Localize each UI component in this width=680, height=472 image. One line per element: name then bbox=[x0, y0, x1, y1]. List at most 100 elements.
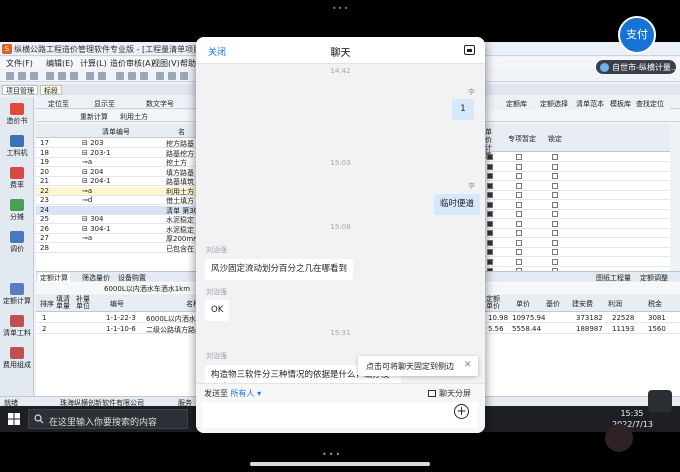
menu-view[interactable]: 视图(V) bbox=[152, 58, 180, 69]
mic-icon[interactable] bbox=[605, 424, 633, 452]
pin-chat-tooltip[interactable]: 点击可将聊天固定到侧边 ✕ bbox=[358, 356, 478, 376]
tab-quota-adjust[interactable]: 定额调整 bbox=[640, 273, 668, 283]
remote-user-chip[interactable]: 自世市-纵横计量... bbox=[596, 60, 679, 74]
checkbox[interactable] bbox=[516, 258, 522, 265]
menu-edit[interactable]: 编辑(E) bbox=[46, 58, 73, 69]
menu-calc[interactable]: 计算(L) bbox=[80, 58, 107, 69]
tab-quota-calc[interactable]: 定额计算 bbox=[38, 273, 70, 283]
font-size[interactable]: 数文字号 bbox=[146, 99, 174, 109]
checkbox[interactable] bbox=[487, 239, 493, 246]
tab-filter-price[interactable]: 筛选量价 bbox=[82, 273, 110, 283]
sidebar-item-quota-calc[interactable]: 定额计算 bbox=[2, 283, 32, 306]
toolbar-btn-icon[interactable] bbox=[70, 72, 78, 80]
sidebar-item-adjust[interactable]: 调价 bbox=[2, 231, 32, 254]
checkbox[interactable] bbox=[487, 192, 493, 198]
checkbox[interactable] bbox=[552, 192, 558, 198]
checkbox[interactable] bbox=[516, 201, 522, 208]
chat-split-button[interactable]: 聊天分屏 bbox=[428, 388, 471, 399]
checkbox[interactable] bbox=[552, 163, 558, 170]
pen-float-icon[interactable] bbox=[648, 390, 672, 412]
message-bubble-self[interactable]: 1 bbox=[452, 99, 474, 120]
table-row[interactable]: 17 ⊟ 203 挖方路基 bbox=[36, 139, 196, 148]
table-row[interactable]: 24 清单 第300 bbox=[36, 205, 203, 215]
checkbox[interactable] bbox=[487, 249, 493, 255]
toolbar-btn-icon[interactable] bbox=[6, 72, 14, 80]
sidebar-item-cost-composition[interactable]: 费用组成 bbox=[2, 347, 32, 370]
table-row[interactable]: 22 ⊸a 利用土方 bbox=[36, 186, 196, 196]
tab-equipment[interactable]: 设备购置 bbox=[118, 273, 146, 283]
table-row[interactable]: 25 ⊟ 304 水泥稳定 bbox=[36, 215, 196, 224]
taskbar-search[interactable]: 在这里输入你要搜索的内容 bbox=[28, 409, 188, 429]
sidebar-item-cost-book[interactable]: 造价书 bbox=[2, 103, 32, 126]
checkbox[interactable] bbox=[552, 220, 558, 227]
toolbar-btn-icon[interactable] bbox=[128, 72, 136, 80]
checkbox[interactable] bbox=[487, 163, 493, 170]
menu-file[interactable]: 文件(F) bbox=[6, 58, 33, 69]
quota-lib-button[interactable]: 定额库 bbox=[506, 99, 527, 109]
checkbox[interactable] bbox=[516, 239, 522, 246]
toolbar-btn-icon[interactable] bbox=[140, 72, 148, 80]
tab-project-management[interactable]: 项目管理 bbox=[2, 85, 38, 95]
table-row[interactable]: 20 ⊟ 204 填方路基 bbox=[36, 168, 196, 177]
toolbar-btn-icon[interactable] bbox=[58, 72, 66, 80]
checkbox[interactable] bbox=[516, 182, 522, 189]
checkbox[interactable] bbox=[516, 211, 522, 217]
quota-formula-text[interactable]: 6000L以内洒水车洒水1km bbox=[104, 284, 190, 294]
checkbox[interactable] bbox=[487, 201, 493, 208]
checkbox[interactable] bbox=[487, 211, 493, 217]
display-to[interactable]: 显示至 bbox=[94, 99, 115, 109]
checkbox[interactable] bbox=[552, 201, 558, 208]
list-template-button[interactable]: 清单范本 bbox=[576, 99, 604, 109]
checkbox[interactable] bbox=[552, 154, 558, 160]
toolbar-btn-icon[interactable] bbox=[30, 72, 38, 80]
checkbox[interactable] bbox=[516, 220, 522, 227]
calendar-icon[interactable] bbox=[464, 45, 475, 55]
checkbox[interactable] bbox=[552, 258, 558, 265]
toolbar-btn-icon[interactable] bbox=[18, 72, 26, 80]
toolbar-btn-icon[interactable] bbox=[98, 72, 106, 80]
toolbar-btn-icon[interactable] bbox=[168, 72, 176, 80]
toolbar-btn-icon[interactable] bbox=[86, 72, 94, 80]
recalculate-button[interactable]: 重新计算 bbox=[80, 112, 108, 122]
message-bubble-self[interactable]: 临时便道 bbox=[434, 194, 481, 215]
toolbar-btn-icon[interactable] bbox=[46, 72, 54, 80]
message-bubble-other[interactable]: OK bbox=[205, 300, 230, 321]
send-to-target[interactable]: 所有人 bbox=[231, 389, 255, 398]
checkbox[interactable] bbox=[552, 182, 558, 189]
sidebar-item-rate[interactable]: 费率 bbox=[2, 167, 32, 190]
sidebar-item-labor-machine[interactable]: 工料机 bbox=[2, 135, 32, 158]
checkbox[interactable] bbox=[552, 239, 558, 246]
checkbox[interactable] bbox=[552, 230, 558, 236]
send-to-selector[interactable]: 发送至 所有人 ▾ bbox=[204, 388, 261, 399]
checkbox[interactable] bbox=[516, 230, 522, 236]
checkbox[interactable] bbox=[552, 249, 558, 255]
quota-select-button[interactable]: 定额选择 bbox=[540, 99, 568, 109]
toolbar-btn-icon[interactable] bbox=[116, 72, 124, 80]
checkbox[interactable] bbox=[487, 173, 493, 179]
locate-to[interactable]: 定位至 bbox=[48, 99, 69, 109]
checkbox[interactable] bbox=[487, 230, 493, 236]
table-row[interactable]: 19 ⊸a 挖土方 bbox=[36, 158, 196, 167]
table-row[interactable]: 18 ⊟ 203-1 路基挖方 bbox=[36, 149, 196, 158]
checkbox[interactable] bbox=[516, 192, 522, 198]
table-row[interactable]: 27 ⊸a 厚200mm bbox=[36, 234, 200, 243]
pay-button[interactable]: 支付 bbox=[618, 16, 656, 54]
template-lib-button[interactable]: 模板库 bbox=[610, 99, 631, 109]
table-row[interactable]: 26 ⊟ 304-1 水泥稳定 bbox=[36, 225, 196, 234]
checkbox[interactable] bbox=[516, 154, 522, 160]
toolbar-btn-icon[interactable] bbox=[180, 72, 188, 80]
table-row[interactable]: 28 已包含在 bbox=[36, 244, 196, 253]
checkbox[interactable] bbox=[487, 154, 493, 160]
tab-section[interactable]: 标段 bbox=[40, 85, 62, 95]
chat-message-list[interactable]: 14:42 李 1 15:03 李 临时便道 15:08 刘治强 风沙固定流动划… bbox=[196, 65, 485, 399]
table-row[interactable]: 23 ⊸d 借土填方 bbox=[36, 196, 196, 205]
checkbox[interactable] bbox=[516, 249, 522, 255]
checkbox[interactable] bbox=[487, 182, 493, 189]
tab-drawing-quantity[interactable]: 图纸工程量 bbox=[596, 273, 631, 283]
checkbox[interactable] bbox=[487, 220, 493, 227]
reuse-earth-button[interactable]: 利用土方 bbox=[120, 112, 148, 122]
plus-icon[interactable]: + bbox=[454, 404, 469, 419]
table-row[interactable]: 21 ⊟ 204-1 路基填筑 bbox=[36, 177, 196, 186]
find-locate-button[interactable]: 查找定位 bbox=[636, 99, 664, 109]
checkbox[interactable] bbox=[516, 163, 522, 170]
